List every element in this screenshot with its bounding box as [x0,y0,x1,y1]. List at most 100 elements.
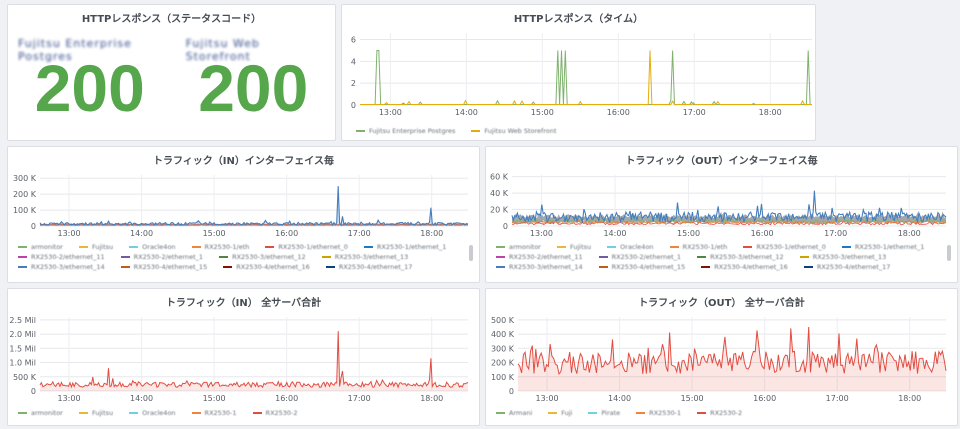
x-tick-label: 18:00 [898,394,921,403]
y-tick-label: 200 K [491,359,515,368]
x-tick-label: 15:00 [681,394,704,403]
legend-label: RX2530-3/ethernet_13 [812,253,887,261]
legend-swatch [697,256,707,258]
legend-item[interactable]: RX2530-4/ethernet_15 [598,263,685,271]
legend-item[interactable]: RX2530-4/ethernet_17 [803,263,890,271]
legend-item[interactable]: armonitor [18,243,63,251]
legend-swatch [356,130,365,132]
legend-label: RX2530-1/ethernet_0 [756,243,826,251]
x-tick-label: 16:00 [275,229,298,238]
x-tick-label: 13:00 [379,108,402,117]
legend-swatch [669,246,679,248]
legend-item[interactable]: RX2530-1/eth [669,243,728,251]
legend-item[interactable]: RX2530-1/ethernet_0 [743,243,826,251]
y-tick-label: 0 [351,101,356,110]
y-tick-label: 100 K [491,373,515,382]
series-area [40,186,468,226]
stat-value-1: 200 [34,51,145,125]
legend-label: Fujitsu [91,243,114,251]
legend-item[interactable]: RX2530-4/ethernet_16 [223,263,310,271]
legend-item[interactable]: Fujitsu [78,243,114,251]
legend-item[interactable]: Armani [496,409,532,417]
legend-swatch [219,256,229,258]
legend-swatch [556,246,566,248]
y-tick-label: 1.0 Mil [9,359,36,368]
legend-item[interactable]: Fujitsu [78,409,114,417]
legend-item[interactable]: Oracle4on [129,243,176,251]
legend-item[interactable]: Fujitsu [556,243,591,251]
legend-swatch [598,256,608,258]
legend-item[interactable]: Fujitsu Enterprise Postgres [356,127,455,135]
x-tick-label: 15:00 [203,394,226,403]
y-tick-label: 2.0 Mil [9,330,36,339]
legend-item[interactable]: RX2530-3/ethernet_14 [496,263,583,271]
legend-scrollbar[interactable] [947,245,951,261]
legend-label: RX2530-4/ethernet_17 [338,263,413,271]
legend-item[interactable]: Oracle4on [129,409,176,417]
panel-title[interactable]: HTTPレスポンス（ステータスコード） [8,10,335,25]
y-tick-label: 300 K [491,344,515,353]
legend-swatch [78,246,88,248]
legend-item[interactable]: RX2530-3/ethernet_12 [697,253,784,261]
legend-item[interactable]: Fuji [548,409,572,417]
legend-item[interactable]: RX2530-3/ethernet_13 [321,253,408,261]
legend: armonitor Fujitsu Oracle4on RX2530-1 RX2530-… [18,409,465,417]
legend-item[interactable]: RX2530-1/eth [191,243,249,251]
legend-item[interactable]: Fujitsu Web Storefront [471,127,557,135]
legend-label: Oracle4on [620,243,654,251]
legend-item[interactable]: RX2530-1 [636,409,681,417]
x-tick-label: 14:00 [130,229,153,238]
y-tick-label: 20 K [490,206,509,215]
legend-label: RX2530-2/ethernet_1 [611,253,682,261]
legend-item[interactable]: Pirate [588,409,620,417]
legend-swatch [697,412,707,414]
legend-swatch [265,246,275,248]
x-tick-label: 18:00 [898,229,921,238]
panel-traffic-in-interface: トラフィック（IN）インターフェイス毎 0 100 K 200 K 300 K 13:0… [7,146,480,283]
series-area [40,331,468,391]
legend-item[interactable]: RX2530-3/ethernet_13 [799,253,887,261]
legend-item[interactable]: armonitor [18,409,63,417]
legend-item[interactable]: RX2530-4/ethernet_15 [120,263,208,271]
legend-item[interactable]: RX2530-3/ethernet_12 [219,253,306,261]
legend-label: RX2530-1/eth [682,243,728,251]
chart-http-time: 0 2 4 6 13:00 14:00 15:00 16:00 17:00 18:00 [351,33,812,117]
legend-item[interactable]: RX2530-3/ethernet_14 [18,263,105,271]
legend-item[interactable]: RX2530-2 [252,409,298,417]
stat-values: 200 200 [8,55,335,121]
legend-swatch [743,246,753,248]
legend-label: RX2530-2/ethernet_11 [31,253,105,261]
legend-item[interactable]: RX2530-4/ethernet_17 [325,263,413,271]
legend-item[interactable]: RX2530-1/ethernet_1 [363,243,446,251]
x-tick-label: 16:00 [607,108,630,117]
legend-item[interactable]: RX2530-2/ethernet_1 [120,253,203,261]
legend-item[interactable]: Oracle4on [607,243,654,251]
legend-item[interactable]: RX2530-2/ethernet_11 [496,253,583,261]
legend-item[interactable]: RX2530-2 [697,409,742,417]
legend-item[interactable]: RX2530-1/ethernet_0 [265,243,348,251]
legend-item[interactable]: armonitor [496,243,541,251]
legend-item[interactable]: RX2530-1 [191,409,237,417]
y-tick-label: 2.5 Mil [9,316,36,325]
legend-label: Fujitsu [91,409,114,417]
legend-label: RX2530-4/ethernet_16 [236,263,310,271]
legend-swatch [598,266,608,268]
legend-swatch [120,256,130,258]
legend-label: RX2530-2 [710,409,743,417]
legend-item[interactable]: RX2530-2/ethernet_11 [18,253,105,261]
x-tick-label: 15:00 [677,229,700,238]
y-tick-label: 0 [503,222,508,231]
legend-label: RX2530-3/ethernet_14 [31,263,105,271]
legend-swatch [496,246,505,248]
legend-swatch [496,256,505,258]
legend-label: armonitor [31,243,63,251]
legend-item[interactable]: RX2530-4/ethernet_16 [701,263,788,271]
legend-label: RX2530-4/ethernet_15 [133,263,208,271]
legend-swatch [129,246,139,248]
legend-item[interactable]: RX2530-2/ethernet_1 [598,253,682,261]
y-tick-label: 0 [509,387,514,396]
legend-item[interactable]: RX2530-1/ethernet_1 [841,243,924,251]
legend-swatch [191,246,201,248]
legend-scrollbar[interactable] [469,245,473,261]
legend-swatch [496,266,505,268]
